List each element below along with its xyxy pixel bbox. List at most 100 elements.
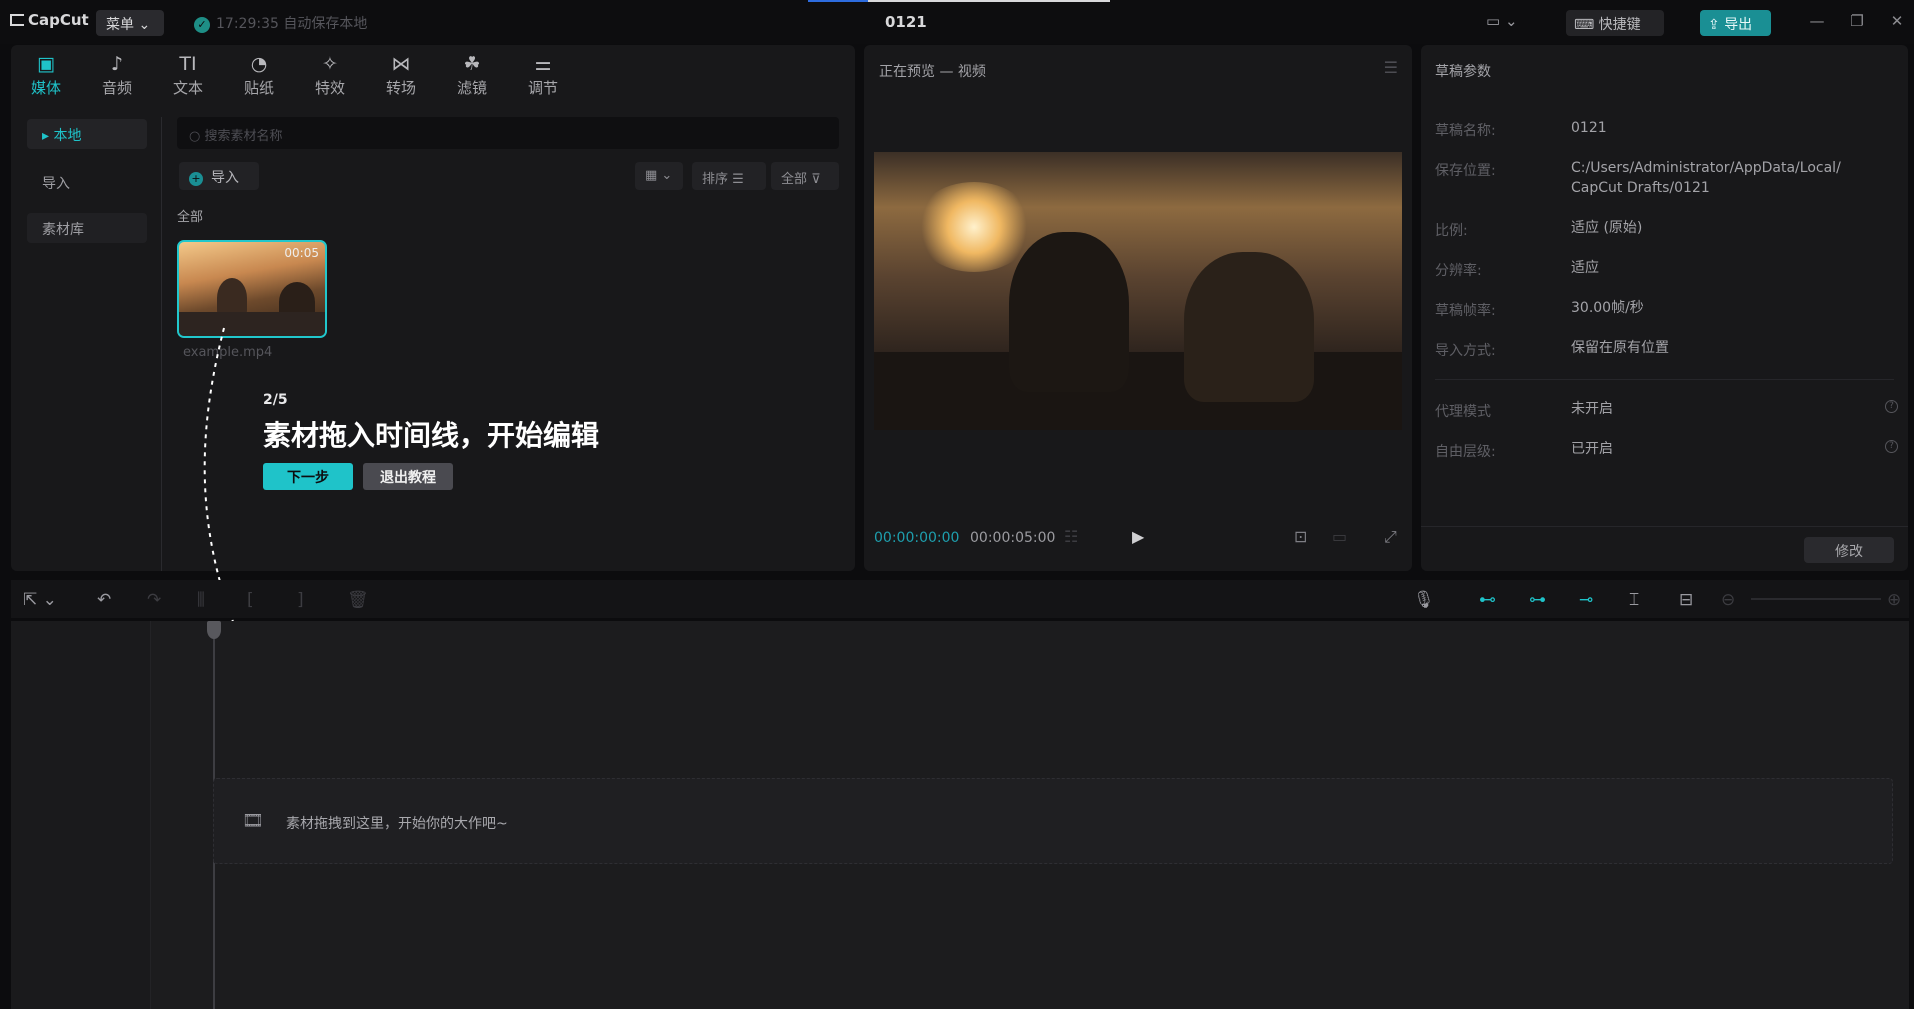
trim-right-icon[interactable]: ] — [297, 590, 304, 610]
zoom-out-icon[interactable]: ⊖ — [1721, 590, 1735, 610]
redo-icon[interactable]: ↷ — [147, 590, 161, 610]
ratio-icon[interactable]: ▭ — [1332, 527, 1347, 546]
export-button[interactable]: ⇪ 导出 — [1700, 10, 1771, 36]
param-value: 30.00帧/秒 — [1571, 300, 1644, 316]
param-value: 保留在原有位置 — [1571, 340, 1669, 356]
select-cursor-icon[interactable]: ⇱ ⌄ — [23, 590, 57, 610]
param-key: 比例: — [1435, 223, 1468, 239]
tab-text[interactable]: TI 文本 — [158, 51, 218, 98]
timeline-list-icon[interactable]: ☷ — [1064, 527, 1078, 546]
sidebar-divider — [161, 117, 162, 571]
param-key: 自由层级: — [1435, 444, 1496, 460]
preview-title: 正在预览 — 视频 — [879, 64, 986, 80]
adjust-icon: ⚌ — [534, 53, 552, 75]
menu-lines-icon[interactable]: ☰ — [1384, 58, 1398, 77]
linkage-icon[interactable]: ⊸ — [1579, 590, 1593, 610]
trim-left-icon[interactable]: [ — [247, 590, 254, 610]
param-key: 草稿帧率: — [1435, 303, 1496, 319]
timeline-drop-zone[interactable]: 🎞 素材拖拽到这里，开始你的大作吧~ — [213, 778, 1893, 864]
chevron-down-icon: ⌄ — [138, 17, 151, 33]
tab-audio[interactable]: ♪ 音频 — [87, 51, 147, 98]
zoom-fit-icon[interactable]: ⊟ — [1679, 590, 1693, 610]
sort-button[interactable]: 排序 ☰ — [692, 162, 766, 190]
undo-icon[interactable]: ↶ — [97, 590, 111, 610]
play-icon[interactable]: ▶ — [1132, 527, 1144, 546]
current-timecode: 00:00:00:00 — [874, 530, 960, 546]
check-icon: ✓ — [194, 17, 210, 33]
zoom-in-icon[interactable]: ⊕ — [1887, 590, 1901, 610]
sidebar-item-import[interactable]: 导入 — [27, 167, 147, 197]
sidebar-item-library[interactable]: 素材库 — [27, 213, 147, 243]
screenshot-icon[interactable]: ⊡ — [1294, 527, 1307, 546]
fullscreen-icon[interactable]: ⤢ — [1384, 527, 1397, 547]
track-header-column — [11, 621, 151, 1009]
tab-media[interactable]: ▣ 媒体 — [16, 51, 76, 98]
clip-duration: 00:05 — [284, 246, 319, 260]
text-icon: TI — [179, 53, 197, 75]
sort-icon: ☰ — [732, 172, 744, 187]
microphone-icon[interactable]: 🎙 — [1413, 590, 1435, 610]
timeline-area: 🎞 素材拖拽到这里，开始你的大作吧~ — [11, 621, 1909, 1009]
plus-icon: + — [189, 172, 203, 186]
param-value: 未开启 — [1571, 401, 1613, 417]
grid-icon: ▦ ⌄ — [645, 168, 673, 183]
filter-icon: ☘ — [463, 53, 481, 75]
param-value: 已开启 — [1571, 441, 1613, 457]
autosave-status: ✓ 17:29:35 自动保存本地 — [194, 13, 367, 33]
search-input[interactable]: ○ 搜索素材名称 — [177, 117, 839, 149]
minimize-icon[interactable]: — — [1806, 12, 1828, 32]
tab-adjust[interactable]: ⚌ 调节 — [513, 51, 573, 98]
exit-tutorial-button[interactable]: 退出教程 — [363, 463, 453, 490]
search-icon: ○ — [189, 129, 201, 144]
tab-effects[interactable]: ✧ 特效 — [300, 51, 360, 98]
transition-icon: ⋈ — [391, 53, 411, 75]
app-logo: CapCut — [10, 11, 89, 29]
params-title: 草稿参数 — [1435, 64, 1491, 80]
param-value: C:/Users/Administrator/AppData/Local/ Ca… — [1571, 160, 1841, 196]
layout-icon[interactable]: ▭ ⌄ — [1486, 12, 1522, 32]
zoom-slider[interactable] — [1751, 598, 1881, 600]
tab-filter[interactable]: ☘ 滤镜 — [442, 51, 502, 98]
param-value: 适应 (原始) — [1571, 220, 1643, 236]
help-icon[interactable]: ? — [1885, 440, 1898, 453]
help-icon[interactable]: ? — [1885, 400, 1898, 413]
param-key: 分辨率: — [1435, 263, 1482, 279]
main-track-magnet-icon[interactable]: ⊷ — [1479, 590, 1496, 610]
effects-icon: ✧ — [322, 53, 338, 75]
section-label: 全部 — [177, 210, 204, 225]
filter-button[interactable]: 全部 ⊽ — [771, 162, 839, 190]
menu-button[interactable]: 菜单 ⌄ — [96, 10, 164, 36]
auto-snap-icon[interactable]: ⊶ — [1529, 590, 1546, 610]
sidebar-item-local[interactable]: ▸ 本地 — [27, 119, 147, 149]
param-value: 适应 — [1571, 260, 1599, 276]
param-key: 草稿名称: — [1435, 123, 1496, 139]
param-key: 导入方式: — [1435, 343, 1496, 359]
param-key: 代理模式 — [1435, 404, 1491, 420]
tab-sticker[interactable]: ◔ 贴纸 — [229, 51, 289, 98]
timeline-toolbar: ⇱ ⌄ ↶ ↷ ⫼ [ ] 🗑 🎙 ⊷ ⊶ ⊸ ⌶ ⊟ ⊖ ⊕ — [11, 580, 1909, 618]
close-icon[interactable]: ✕ — [1886, 12, 1908, 32]
preview-axis-icon[interactable]: ⌶ — [1629, 590, 1639, 610]
modify-button[interactable]: 修改 — [1804, 537, 1894, 563]
draft-params-panel: 草稿参数 草稿名称: 0121 保存位置: C:/Users/Administr… — [1421, 45, 1908, 571]
restore-icon[interactable]: ❐ — [1846, 12, 1868, 32]
import-button[interactable]: + 导入 — [179, 162, 259, 190]
filter-funnel-icon: ⊽ — [811, 172, 821, 187]
playhead-handle[interactable] — [207, 621, 221, 639]
film-icon: 🎞 — [242, 811, 264, 831]
tab-transition[interactable]: ⋈ 转场 — [371, 51, 431, 98]
total-timecode: 00:00:05:00 — [970, 530, 1056, 546]
audio-icon: ♪ — [110, 53, 124, 75]
preview-panel: 正在预览 — 视频 ☰ 00:00:00:00 00:00:05:00 ☷ ▶ … — [864, 45, 1412, 571]
split-icon[interactable]: ⫼ — [197, 590, 205, 610]
video-preview[interactable] — [874, 152, 1402, 430]
upload-icon: ⇪ — [1708, 17, 1720, 33]
param-key: 保存位置: — [1435, 163, 1496, 179]
keyboard-icon: ⌨ — [1574, 17, 1595, 33]
params-footer-divider — [1421, 526, 1908, 527]
sticker-icon: ◔ — [250, 53, 268, 75]
params-divider — [1435, 379, 1894, 380]
view-toggle-button[interactable]: ▦ ⌄ — [635, 162, 683, 190]
shortcut-button[interactable]: ⌨ 快捷键 — [1566, 10, 1664, 36]
delete-icon[interactable]: 🗑 — [347, 590, 369, 610]
